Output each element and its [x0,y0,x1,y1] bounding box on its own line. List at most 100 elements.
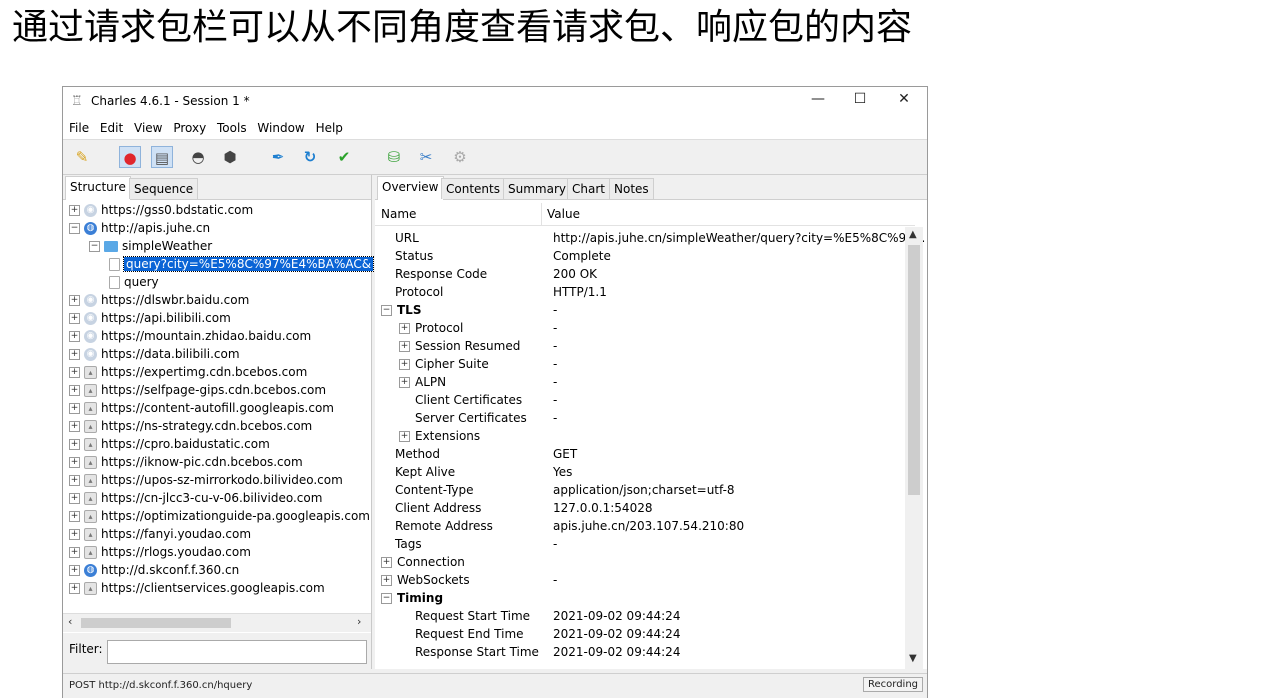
expand-icon[interactable]: + [69,331,80,342]
property-row[interactable]: Response Start Time 2021-09-02 09:44:24 [381,643,901,661]
expand-icon[interactable]: + [69,547,80,558]
settings-gear-icon[interactable]: ⚙ [449,146,471,168]
property-row[interactable]: + WebSockets - [381,571,901,589]
expand-icon[interactable]: + [69,205,80,216]
tree-item[interactable]: + ◉ https://data.bilibili.com [69,345,240,363]
tree-item[interactable]: + ◍ http://d.skconf.f.360.cn [69,561,239,579]
expand-icon[interactable]: + [69,367,80,378]
expand-icon[interactable]: + [399,377,410,388]
check-icon[interactable]: ✔ [333,146,355,168]
property-row[interactable]: Tags - [381,535,901,553]
close-button[interactable]: ✕ [893,91,915,111]
tree-item[interactable]: + ▴ https://expertimg.cdn.bcebos.com [69,363,307,381]
property-row[interactable]: − Timing [381,589,901,607]
property-row[interactable]: + ALPN - [381,373,901,391]
expand-icon[interactable]: + [69,475,80,486]
collapse-icon[interactable]: − [381,305,392,316]
expand-icon[interactable]: + [69,493,80,504]
expand-icon[interactable]: + [69,529,80,540]
expand-icon[interactable]: + [69,583,80,594]
menu-view[interactable]: View [134,117,162,139]
tree-item[interactable]: + ▴ https://iknow-pic.cdn.bcebos.com [69,453,303,471]
throttle-icon[interactable]: ▤ [151,146,173,168]
expand-icon[interactable]: + [69,385,80,396]
menu-file[interactable]: File [69,117,89,139]
horizontal-scrollbar[interactable]: ‹ › [63,613,371,632]
pen-icon[interactable]: ✒ [267,146,289,168]
property-row[interactable]: Server Certificates - [381,409,901,427]
tree-item[interactable]: + ▴ https://rlogs.youdao.com [69,543,251,561]
tools-icon[interactable]: ✂ [415,146,437,168]
tree-item[interactable]: + ▴ https://ns-strategy.cdn.bcebos.com [69,417,312,435]
property-row[interactable]: Request End Time 2021-09-02 09:44:24 [381,625,901,643]
property-row[interactable]: Content-Type application/json;charset=utf… [381,481,901,499]
expand-icon[interactable]: + [69,403,80,414]
expand-icon[interactable]: + [69,349,80,360]
property-row[interactable]: Client Address 127.0.0.1:54028 [381,499,901,517]
property-row[interactable]: + Session Resumed - [381,337,901,355]
tree-item[interactable]: + ▴ https://fanyi.youdao.com [69,525,251,543]
tree-item[interactable]: + ◉ https://gss0.bdstatic.com [69,201,253,219]
menu-window[interactable]: Window [257,117,304,139]
property-row[interactable]: Client Certificates - [381,391,901,409]
menu-help[interactable]: Help [316,117,343,139]
property-row[interactable]: + Connection [381,553,901,571]
collapse-icon[interactable]: − [69,223,80,234]
recording-badge[interactable]: Recording [862,677,923,692]
expand-icon[interactable]: + [69,565,80,576]
expand-icon[interactable]: + [381,575,392,586]
property-row[interactable]: − TLS - [381,301,901,319]
property-row[interactable]: Kept Alive Yes [381,463,901,481]
scroll-right-arrow-icon[interactable]: › [357,615,361,628]
scroll-thumb[interactable] [81,618,231,628]
property-row[interactable]: URL http://apis.juhe.cn/simpleWeather/que… [381,229,925,247]
expand-icon[interactable]: + [69,421,80,432]
tree-item[interactable]: query?city=%E5%8C%97%E4%BA%AC& [109,255,375,273]
scroll-up-arrow-icon[interactable]: ▲ [909,229,917,240]
collapse-icon[interactable]: − [381,593,392,604]
broom-icon[interactable]: ✎ [71,146,93,168]
tree-item[interactable]: + ◉ https://mountain.zhidao.baidu.com [69,327,311,345]
record-icon[interactable]: ● [119,146,141,168]
maximize-button[interactable]: ☐ [849,91,871,111]
collapse-icon[interactable]: − [89,241,100,252]
menu-edit[interactable]: Edit [100,117,123,139]
tab-chart[interactable]: Chart [567,178,610,199]
vertical-scrollbar[interactable]: ▲ ▼ [905,227,923,669]
basket-icon[interactable]: ⛁ [383,146,405,168]
minimize-button[interactable]: — [807,91,829,111]
tree-item[interactable]: + ▴ https://upos-sz-mirrorkodo.bilivideo.c… [69,471,343,489]
expand-icon[interactable]: + [69,439,80,450]
menu-tools[interactable]: Tools [217,117,247,139]
tab-notes[interactable]: Notes [609,178,654,199]
tree-item[interactable]: − ◍ http://apis.juhe.cn [69,219,210,237]
expand-icon[interactable]: + [399,359,410,370]
expand-icon[interactable]: + [399,431,410,442]
tree-item[interactable]: − simpleWeather [89,237,212,255]
tree-item[interactable]: + ▴ https://clientservices.googleapis.com [69,579,325,597]
tree-item[interactable]: + ◉ https://dlswbr.baidu.com [69,291,249,309]
property-row[interactable]: Protocol HTTP/1.1 [381,283,901,301]
tab-structure[interactable]: Structure [65,176,131,200]
property-row[interactable]: Status Complete [381,247,901,265]
stop-hexagon-icon[interactable]: ⬢ [219,146,241,168]
expand-icon[interactable]: + [381,557,392,568]
filter-input[interactable] [107,640,367,664]
property-row[interactable]: + Extensions [381,427,901,445]
property-row[interactable]: + Cipher Suite - [381,355,901,373]
property-row[interactable]: + Protocol - [381,319,901,337]
menu-proxy[interactable]: Proxy [173,117,206,139]
expand-icon[interactable]: + [69,313,80,324]
tab-sequence[interactable]: Sequence [129,178,199,199]
vertical-scroll-thumb[interactable] [908,245,920,495]
property-row[interactable]: Request Start Time 2021-09-02 09:44:24 [381,607,901,625]
tab-overview[interactable]: Overview [377,176,444,200]
tab-contents[interactable]: Contents [441,178,505,199]
property-row[interactable]: Response Code 200 OK [381,265,901,283]
tree-item[interactable]: + ◉ https://api.bilibili.com [69,309,231,327]
scroll-down-arrow-icon[interactable]: ▼ [909,653,917,664]
scroll-left-arrow-icon[interactable]: ‹ [68,615,72,628]
expand-icon[interactable]: + [399,341,410,352]
tree-item[interactable]: + ▴ https://content-autofill.googleapis.co… [69,399,334,417]
expand-icon[interactable]: + [69,457,80,468]
